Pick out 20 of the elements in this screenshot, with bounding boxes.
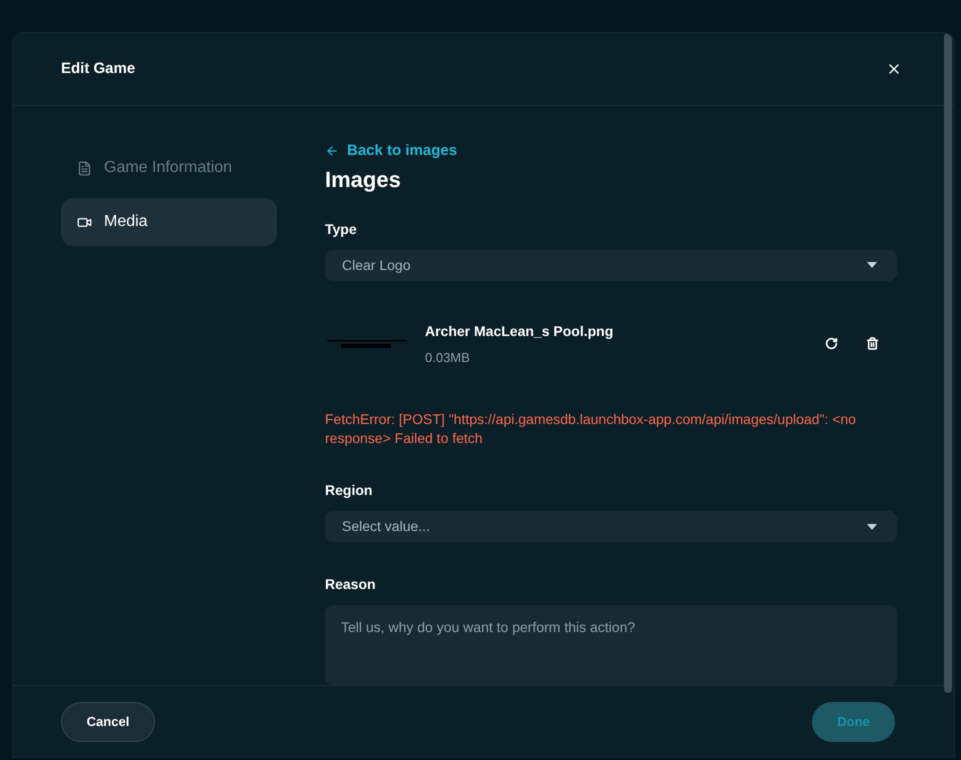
document-icon bbox=[77, 160, 92, 176]
region-select[interactable]: Select value... bbox=[325, 511, 897, 542]
field-label: Reason bbox=[325, 575, 377, 594]
sidebar-item[interactable]: Game Information bbox=[61, 144, 277, 192]
file-name: Archer MacLean_s Pool.png bbox=[425, 322, 614, 341]
dialog-title: Edit Game bbox=[61, 58, 136, 79]
cancel-button[interactable]: Cancel bbox=[61, 702, 155, 742]
back-link[interactable]: Back to images bbox=[325, 140, 897, 162]
file-size: 0.03MB bbox=[425, 348, 471, 366]
caret-icon bbox=[867, 524, 877, 530]
type-select[interactable]: Clear Logo bbox=[325, 250, 897, 280]
reason-field[interactable]: Tell us, why do you want to perform this action? bbox=[325, 605, 897, 685]
field-label: Type bbox=[325, 220, 358, 239]
field-label: Region bbox=[325, 481, 374, 500]
caret-icon bbox=[867, 262, 877, 268]
trash-icon[interactable] bbox=[866, 337, 879, 350]
retry-icon[interactable] bbox=[825, 337, 838, 350]
error-message: FetchError: [POST] "https://api.gamesdb.launchbox-app.com/api/images/upload": <no response> Failed to fetch bbox=[325, 410, 857, 448]
section-heading: Images bbox=[325, 166, 402, 194]
sidebar-item[interactable]: Media bbox=[61, 198, 277, 246]
